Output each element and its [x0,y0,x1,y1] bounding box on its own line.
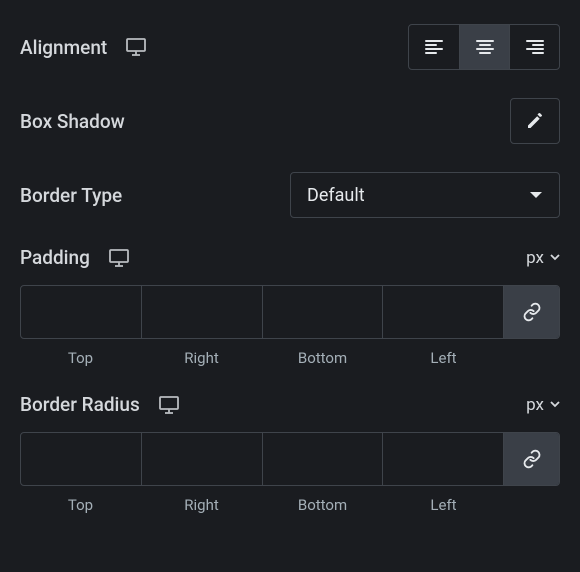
border-type-value: Default [307,185,365,206]
border-radius-unit-value: px [526,395,544,415]
alignment-label-group: Alignment [20,36,147,59]
padding-sublabels: Top Right Bottom Left [20,339,504,367]
padding-bottom-cell [262,286,383,338]
padding-right-sublabel: Right [141,349,262,367]
box-shadow-label: Box Shadow [20,110,125,133]
box-shadow-row: Box Shadow [20,98,560,144]
alignment-row: Alignment [20,24,560,70]
border-type-label-group: Border Type [20,184,122,207]
padding-unit-value: px [526,248,544,268]
chevron-down-icon [550,254,560,261]
border-type-row: Border Type Default [20,172,560,218]
border-radius-label-group: Border Radius [20,393,180,416]
padding-block: Padding px [20,246,560,367]
radius-top-cell [21,433,141,485]
alignment-button-group [408,24,560,70]
radius-right-cell [141,433,262,485]
align-right-button[interactable] [509,25,559,69]
radius-top-sublabel: Top [20,496,141,514]
radius-bottom-input[interactable] [263,433,383,485]
padding-bottom-input[interactable] [263,286,383,338]
border-radius-label: Border Radius [20,393,140,416]
radius-left-input[interactable] [383,433,503,485]
padding-header: Padding px [20,246,560,269]
padding-left-cell [382,286,503,338]
padding-top-cell [21,286,141,338]
padding-right-cell [141,286,262,338]
pencil-icon [525,111,545,131]
border-radius-inputs [20,432,560,486]
border-type-select[interactable]: Default [290,172,560,218]
chevron-down-icon [529,190,543,200]
desktop-icon[interactable] [125,37,147,57]
desktop-icon[interactable] [108,248,130,268]
border-radius-link-button[interactable] [503,433,559,485]
padding-right-input[interactable] [142,286,262,338]
align-left-button[interactable] [409,25,459,69]
alignment-label: Alignment [20,36,107,59]
link-icon [522,302,542,322]
radius-right-sublabel: Right [141,496,262,514]
align-center-button[interactable] [459,25,509,69]
radius-left-cell [382,433,503,485]
padding-left-sublabel: Left [383,349,504,367]
padding-unit-select[interactable]: px [526,248,560,268]
radius-left-sublabel: Left [383,496,504,514]
border-radius-block: Border Radius px [20,393,560,514]
radius-bottom-sublabel: Bottom [262,496,383,514]
border-radius-header: Border Radius px [20,393,560,416]
box-shadow-edit-button[interactable] [510,98,560,144]
border-radius-sublabels: Top Right Bottom Left [20,486,504,514]
padding-left-input[interactable] [383,286,503,338]
padding-bottom-sublabel: Bottom [262,349,383,367]
padding-label-group: Padding [20,246,130,269]
radius-top-input[interactable] [21,433,141,485]
radius-bottom-cell [262,433,383,485]
box-shadow-label-group: Box Shadow [20,110,125,133]
padding-inputs [20,285,560,339]
radius-right-input[interactable] [142,433,262,485]
padding-link-button[interactable] [503,286,559,338]
padding-top-sublabel: Top [20,349,141,367]
border-type-label: Border Type [20,184,122,207]
padding-label: Padding [20,246,90,269]
border-radius-unit-select[interactable]: px [526,395,560,415]
desktop-icon[interactable] [158,395,180,415]
padding-top-input[interactable] [21,286,141,338]
link-icon [522,449,542,469]
chevron-down-icon [550,401,560,408]
